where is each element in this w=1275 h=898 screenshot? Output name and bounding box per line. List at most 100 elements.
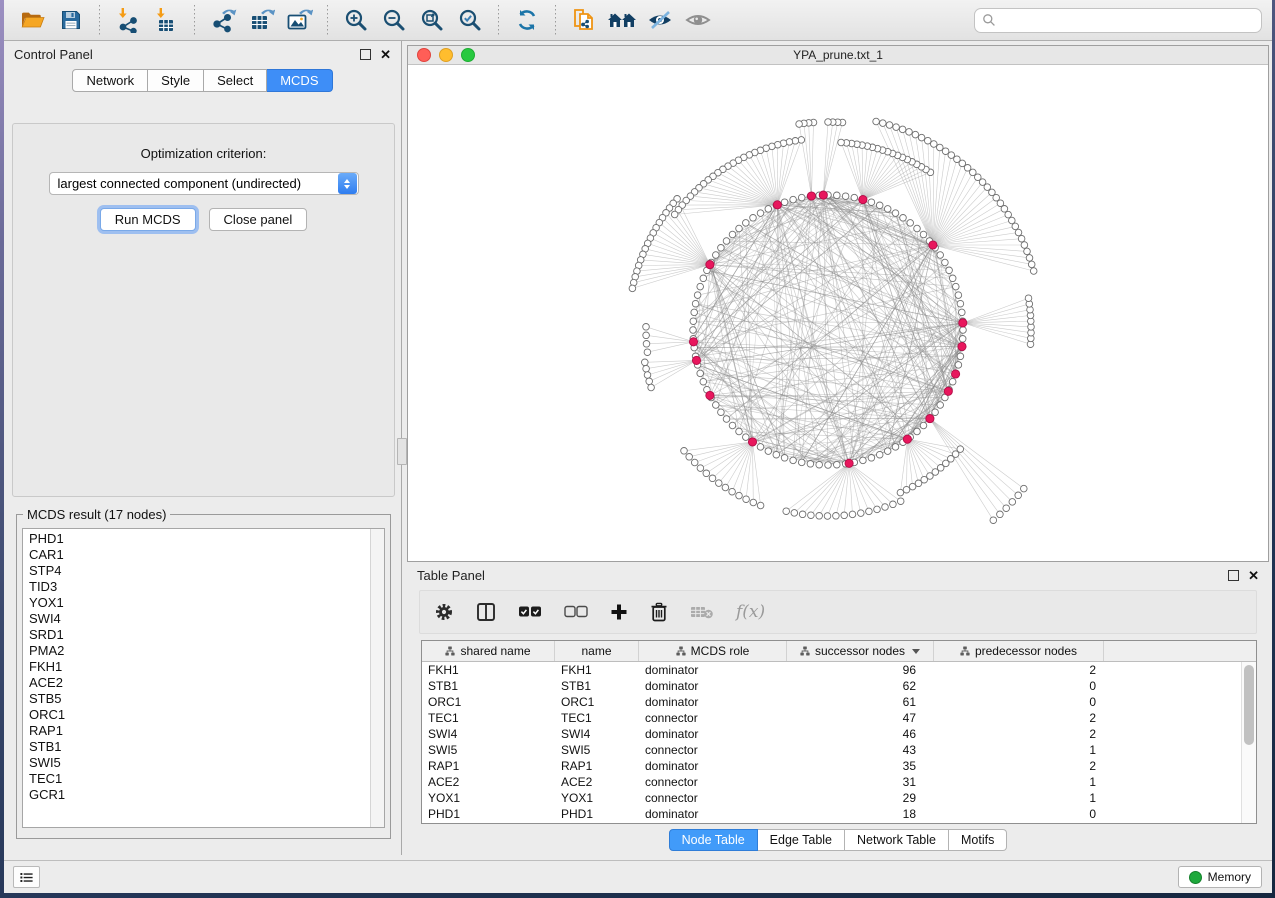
mcds-list-scrollbar[interactable] [370,529,384,827]
mcds-result-item[interactable]: TID3 [29,579,378,595]
search-input[interactable] [996,12,1254,28]
cell-name: ACE2 [555,775,639,789]
search-box [974,8,1262,33]
export-image-icon [285,7,313,33]
mcds-result-item[interactable]: PMA2 [29,643,378,659]
zoom-fit-button[interactable] [415,3,449,37]
cell-successor-nodes: 96 [787,663,934,677]
close-table-panel-icon[interactable]: ✕ [1248,571,1259,580]
toggle-panel-split-button[interactable] [476,602,496,622]
optimization-criterion-select[interactable]: largest connected component (undirected) [49,172,359,195]
zoom-selected-button[interactable] [453,3,487,37]
mcds-result-item[interactable]: TEC1 [29,771,378,787]
refresh-view-button[interactable] [510,3,544,37]
mcds-result-item[interactable]: RAP1 [29,723,378,739]
import-table-button[interactable] [149,3,183,37]
trash-icon [650,602,668,622]
add-column-button[interactable] [610,603,628,621]
run-mcds-button[interactable]: Run MCDS [100,208,196,231]
table-row[interactable]: SWI5SWI5connector431 [422,742,1256,758]
import-network-button[interactable] [111,3,145,37]
open-folder-icon [20,8,46,32]
network-canvas[interactable] [408,64,1268,561]
column-header-name[interactable]: name [555,641,639,661]
export-network-button[interactable] [206,3,240,37]
hide-selected-button[interactable] [643,3,677,37]
table-row[interactable]: ACE2ACE2connector311 [422,774,1256,790]
toolbar-separator [99,5,100,35]
mcds-result-item[interactable]: YOX1 [29,595,378,611]
open-file-button[interactable] [16,3,50,37]
float-panel-icon[interactable] [360,49,371,60]
mcds-result-item[interactable]: FKH1 [29,659,378,675]
mcds-result-item[interactable]: STB5 [29,691,378,707]
column-header-mcds-role[interactable]: MCDS role [639,641,787,661]
table-row[interactable]: FKH1FKH1dominator962 [422,662,1256,678]
memory-status-icon [1189,871,1202,884]
save-session-button[interactable] [54,3,88,37]
table-row[interactable]: STB1STB1dominator620 [422,678,1256,694]
cell-mcds-role: connector [639,711,787,725]
tab-node-table[interactable]: Node Table [669,829,758,851]
cell-successor-nodes: 47 [787,711,934,725]
mcds-result-item[interactable]: SWI5 [29,755,378,771]
delete-table-button[interactable] [690,604,714,620]
column-header-successor-nodes[interactable]: successor nodes [787,641,934,661]
tab-motifs[interactable]: Motifs [949,829,1007,851]
mcds-result-item[interactable]: CAR1 [29,547,378,563]
zoom-out-button[interactable] [377,3,411,37]
table-row[interactable]: ORC1ORC1dominator610 [422,694,1256,710]
export-table-button[interactable] [244,3,278,37]
table-row[interactable]: SWI4SWI4dominator462 [422,726,1256,742]
cell-mcds-role: dominator [639,727,787,741]
zoom-in-button[interactable] [339,3,373,37]
tab-edge-table[interactable]: Edge Table [758,829,845,851]
mcds-result-item[interactable]: PHD1 [29,531,378,547]
select-all-rows-button[interactable] [518,605,542,619]
mcds-result-item[interactable]: SRD1 [29,627,378,643]
cell-predecessor-nodes: 0 [934,679,1104,693]
first-neighbors-button[interactable] [605,3,639,37]
close-panel-icon[interactable]: ✕ [380,50,391,59]
cell-predecessor-nodes: 0 [934,807,1104,821]
table-tabs: Node TableEdge TableNetwork TableMotifs [407,829,1269,851]
cell-successor-nodes: 62 [787,679,934,693]
mcds-result-item[interactable]: GCR1 [29,787,378,803]
memory-button[interactable]: Memory [1178,866,1262,888]
column-header-predecessor-nodes[interactable]: predecessor nodes [934,641,1104,661]
mcds-result-item[interactable]: STP4 [29,563,378,579]
mcds-result-item[interactable]: ORC1 [29,707,378,723]
tab-mcds[interactable]: MCDS [267,69,332,92]
table-settings-button[interactable] [434,602,454,622]
export-image-button[interactable] [282,3,316,37]
cell-successor-nodes: 31 [787,775,934,789]
mcds-result-list[interactable]: PHD1CAR1STP4TID3YOX1SWI4SRD1PMA2FKH1ACE2… [22,528,385,828]
delete-columns-button[interactable] [650,602,668,622]
apply-function-button[interactable]: f(x) [736,602,765,622]
cell-predecessor-nodes: 1 [934,743,1104,757]
mcds-result-item[interactable]: STB1 [29,739,378,755]
table-row[interactable]: RAP1RAP1dominator352 [422,758,1256,774]
close-panel-button[interactable]: Close panel [209,208,308,231]
table-scrollbar-thumb[interactable] [1244,665,1254,745]
cell-successor-nodes: 35 [787,759,934,773]
panel-splitter-handle[interactable] [397,438,407,465]
table-row[interactable]: TEC1TEC1connector472 [422,710,1256,726]
show-all-button[interactable] [681,3,715,37]
mcds-result-item[interactable]: ACE2 [29,675,378,691]
show-panel-menu-button[interactable] [13,866,40,888]
column-type-icon [960,646,970,656]
tab-network-table[interactable]: Network Table [845,829,949,851]
deselect-all-rows-button[interactable] [564,605,588,619]
table-row[interactable]: YOX1YOX1connector291 [422,790,1256,806]
mcds-result-item[interactable]: SWI4 [29,611,378,627]
tab-select[interactable]: Select [204,69,267,92]
float-table-panel-icon[interactable] [1228,570,1239,581]
table-scrollbar[interactable] [1241,662,1256,823]
duplicate-network-button[interactable] [567,3,601,37]
column-header-shared-name[interactable]: shared name [422,641,555,661]
table-row[interactable]: PHD1PHD1dominator180 [422,806,1256,822]
cell-mcds-role: connector [639,775,787,789]
tab-network[interactable]: Network [72,69,148,92]
tab-style[interactable]: Style [148,69,204,92]
